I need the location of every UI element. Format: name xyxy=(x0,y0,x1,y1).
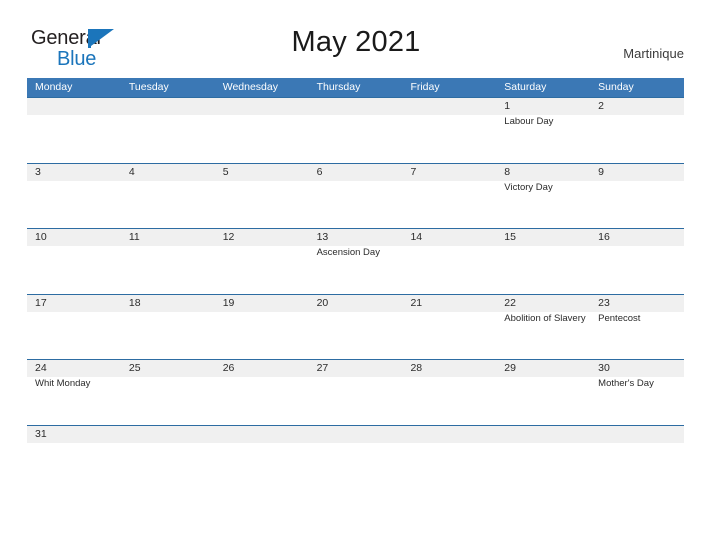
calendar-week-row: 10 11 12 13 Ascension Day 14 15 16 xyxy=(27,228,684,294)
day-number: 15 xyxy=(504,231,516,243)
weekday-thursday: Thursday xyxy=(316,81,361,93)
day-cell[interactable] xyxy=(309,426,403,447)
day-number: 25 xyxy=(128,362,141,374)
day-number: 29 xyxy=(504,362,516,374)
page-header: General Blue May 2021 Martinique xyxy=(0,0,712,78)
day-number: 16 xyxy=(598,231,610,243)
day-cell[interactable]: 16 xyxy=(590,229,684,294)
day-number: 26 xyxy=(222,362,235,374)
day-number: 19 xyxy=(222,296,235,309)
day-cell[interactable] xyxy=(590,426,684,447)
day-event: Mother's Day xyxy=(598,378,654,389)
day-number: 17 xyxy=(35,296,47,309)
calendar-week-row: 17 18 19 20 21 22 Abolition of Slavery 2… xyxy=(27,293,684,360)
day-event: Abolition of Slavery xyxy=(504,312,586,324)
calendar-grid: Monday Tuesday Wednesday Thursday Friday… xyxy=(27,78,684,447)
day-cell[interactable]: 12 xyxy=(215,229,309,294)
day-event: Labour Day xyxy=(504,116,554,127)
day-cell[interactable]: 13 Ascension Day xyxy=(309,229,403,294)
day-event: Whit Monday xyxy=(35,378,91,389)
day-cell[interactable] xyxy=(215,98,309,163)
day-cell[interactable]: 18 xyxy=(121,295,215,360)
day-cell[interactable]: 11 xyxy=(121,229,215,294)
day-cell[interactable]: 15 xyxy=(496,229,590,294)
day-cell[interactable]: 23 Pentecost xyxy=(590,295,684,360)
day-cell[interactable] xyxy=(215,426,309,447)
day-cell[interactable] xyxy=(27,98,121,163)
day-number: 28 xyxy=(410,362,423,374)
day-cell[interactable]: 27 xyxy=(309,360,403,425)
day-cell[interactable]: 20 xyxy=(309,295,403,360)
day-cell[interactable]: 10 xyxy=(27,229,121,294)
day-number: 18 xyxy=(128,296,141,309)
day-number: 12 xyxy=(222,231,235,243)
day-cell[interactable]: 7 xyxy=(402,164,496,229)
day-cell[interactable] xyxy=(402,426,496,447)
day-cell[interactable]: 22 Abolition of Slavery xyxy=(496,295,590,360)
day-number: 24 xyxy=(35,362,47,374)
day-cell[interactable]: 4 xyxy=(121,164,215,229)
day-number: 9 xyxy=(598,165,604,178)
day-cell[interactable] xyxy=(496,426,590,447)
day-number: 2 xyxy=(598,100,604,112)
day-number: 8 xyxy=(504,165,511,178)
day-cell[interactable]: 28 xyxy=(402,360,496,425)
day-cell[interactable] xyxy=(121,98,215,163)
page-title: May 2021 xyxy=(291,26,421,58)
day-cell[interactable]: 19 xyxy=(215,295,309,360)
day-number: 13 xyxy=(316,231,329,243)
day-cell[interactable]: 14 xyxy=(402,229,496,294)
day-cell[interactable]: 31 xyxy=(27,426,121,447)
day-cell[interactable]: 24 Whit Monday xyxy=(27,360,121,425)
day-number: 4 xyxy=(128,165,135,178)
day-cell[interactable] xyxy=(309,98,403,163)
day-event: Ascension Day xyxy=(316,247,380,258)
day-number: 21 xyxy=(410,296,423,309)
day-cell[interactable]: 21 xyxy=(402,295,496,360)
day-number: 22 xyxy=(504,296,516,309)
calendar-week-row: 31 xyxy=(27,424,684,447)
calendar-week-row: 24 Whit Monday 25 26 27 28 29 30 Mother'… xyxy=(27,359,684,425)
day-number: 6 xyxy=(316,165,323,178)
day-number: 1 xyxy=(504,100,511,112)
day-cell[interactable]: 29 xyxy=(496,360,590,425)
day-cell[interactable]: 26 xyxy=(215,360,309,425)
day-number: 31 xyxy=(35,427,47,440)
weekday-saturday: Saturday xyxy=(504,81,547,93)
weekday-wednesday: Wednesday xyxy=(222,81,278,93)
day-cell[interactable] xyxy=(121,426,215,447)
day-number: 5 xyxy=(222,165,229,178)
calendar-page: General Blue May 2021 Martinique Monday … xyxy=(0,0,712,550)
day-number: 10 xyxy=(35,231,47,243)
day-number: 30 xyxy=(598,362,610,374)
day-number: 3 xyxy=(35,165,41,178)
weekday-tuesday: Tuesday xyxy=(128,81,169,93)
day-number: 23 xyxy=(598,296,610,309)
day-cell[interactable]: 3 xyxy=(27,164,121,229)
day-cell[interactable]: 1 Labour Day xyxy=(496,98,590,163)
weekday-friday: Friday xyxy=(410,81,440,93)
day-number: 20 xyxy=(316,296,329,309)
calendar-week-row: 3 4 5 6 7 8 Victory Day 9 xyxy=(27,162,684,229)
day-number: 14 xyxy=(410,231,423,243)
day-cell[interactable]: 5 xyxy=(215,164,309,229)
weekday-header-row: Monday Tuesday Wednesday Thursday Friday… xyxy=(27,78,684,97)
day-number: 7 xyxy=(410,165,417,178)
day-cell[interactable]: 25 xyxy=(121,360,215,425)
day-cell[interactable]: 6 xyxy=(309,164,403,229)
day-event: Pentecost xyxy=(598,312,641,324)
weekday-sunday: Sunday xyxy=(598,81,634,93)
location-label: Martinique xyxy=(623,46,684,61)
day-cell[interactable]: 17 xyxy=(27,295,121,360)
day-cell[interactable]: 9 xyxy=(590,164,684,229)
day-cell[interactable] xyxy=(402,98,496,163)
day-cell[interactable]: 2 xyxy=(590,98,684,163)
weekday-monday: Monday xyxy=(35,81,73,93)
day-cell[interactable]: 30 Mother's Day xyxy=(590,360,684,425)
day-number: 27 xyxy=(316,362,329,374)
calendar-week-row: 1 Labour Day 2 xyxy=(27,97,684,163)
day-number: 11 xyxy=(128,231,140,243)
day-cell[interactable]: 8 Victory Day xyxy=(496,164,590,229)
day-event: Victory Day xyxy=(504,181,553,193)
